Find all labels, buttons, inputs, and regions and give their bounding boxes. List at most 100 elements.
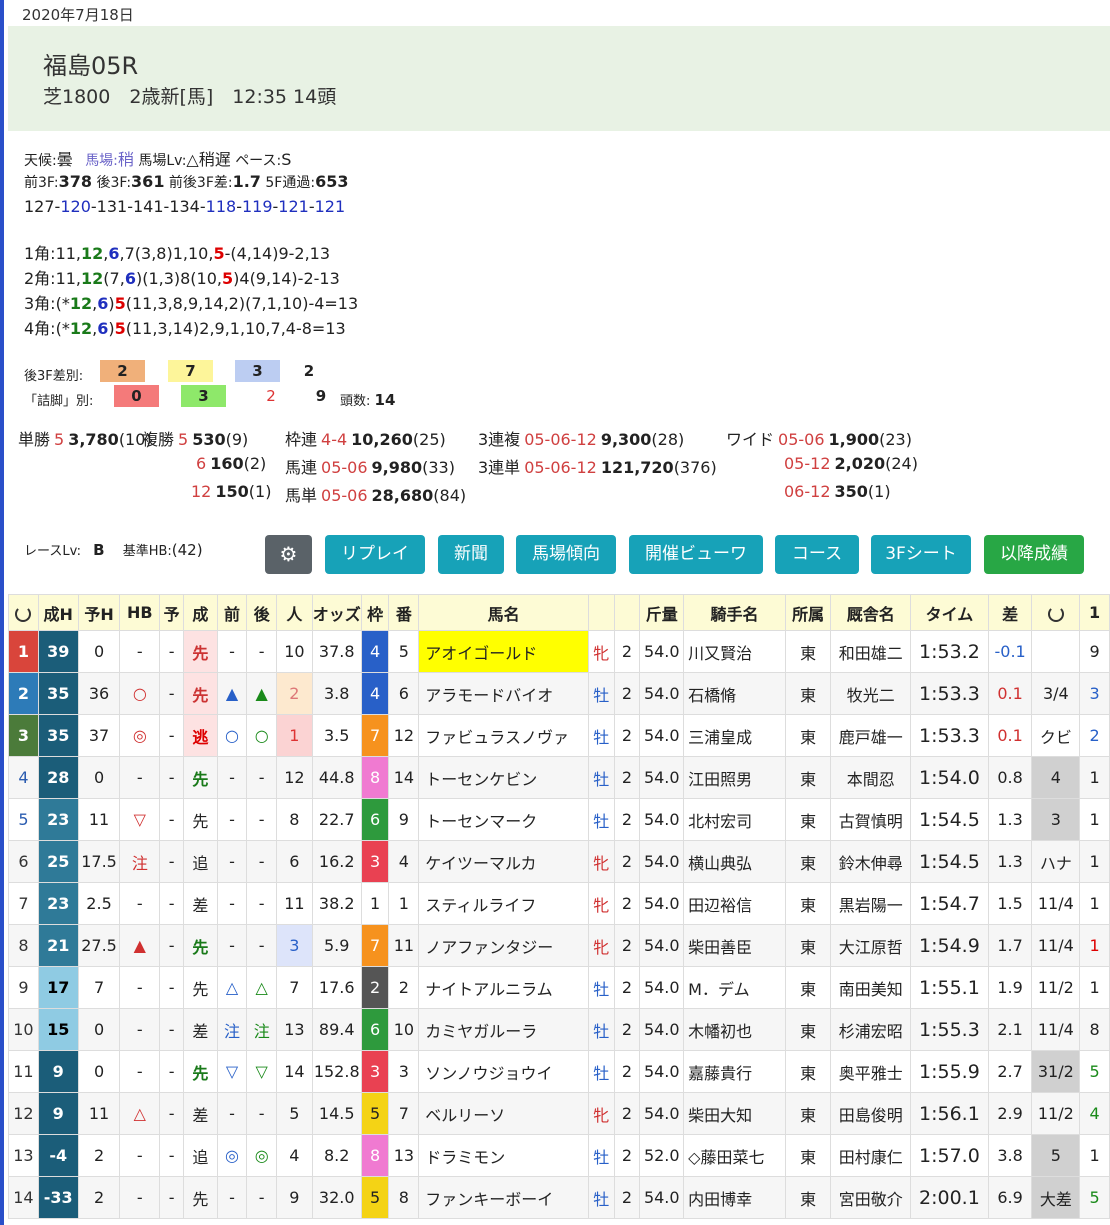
cell: 2: [8, 672, 39, 715]
cell: 1:54.5: [910, 840, 989, 883]
cell: 5: [1079, 1176, 1110, 1219]
cell: 3: [1079, 672, 1110, 715]
cell: 35: [37, 672, 79, 715]
cell: 牡: [587, 1050, 615, 1093]
cell: スティルライフ: [418, 882, 589, 925]
cell: 内田博幸: [683, 1176, 786, 1219]
header-cell: 成: [183, 594, 218, 631]
cell: -: [159, 1008, 185, 1051]
cell: 2: [276, 672, 313, 715]
cell: 2: [613, 1008, 641, 1051]
cell: 注: [119, 840, 161, 883]
cell: -: [246, 924, 278, 967]
corner-text: 12: [81, 244, 104, 263]
cell: 9: [388, 798, 420, 841]
cell: ○: [216, 714, 248, 757]
cell: 25: [37, 840, 79, 883]
cell: 1:53.2: [910, 630, 989, 673]
cell: 3: [276, 924, 313, 967]
table-row: 11 9 0- - 先 ▽ ▽ 14 152.8 3 3 ソンノウジョウイ牡 2 54.0 嘉藤貴行東奥平雅…: [8, 1050, 1110, 1093]
corner-text: 2角:11,: [24, 269, 82, 288]
payout-part: (33): [422, 458, 455, 477]
payout-part: (23): [879, 430, 912, 449]
cell: 7: [276, 966, 313, 1009]
table-row: 9 17 7- - 先 △ △ 7 17.6 2 2 ナイトアルニラム牡 2 54.0 M．デム東南田美知 1…: [8, 966, 1110, 1009]
cell: 牡: [587, 1008, 615, 1051]
payout-line: 6 160(2): [192, 454, 266, 473]
diff3f-box-1: 2: [100, 360, 145, 382]
cell: -: [119, 1176, 161, 1219]
cell: 32.0: [311, 1176, 362, 1219]
cell: 追: [183, 840, 218, 883]
cell: 牡: [587, 756, 615, 799]
cell: 1.9: [987, 966, 1033, 1009]
cell: -: [216, 798, 248, 841]
cell: トーセンマーク: [418, 798, 589, 841]
cell: 8: [276, 798, 313, 841]
payout-part: 05-06: [321, 486, 368, 505]
cell: 11: [77, 1092, 121, 1135]
replay-button[interactable]: リプレイ: [325, 535, 425, 574]
cell: -: [159, 966, 185, 1009]
cell: 17.5: [77, 840, 121, 883]
table-header: 成H 予H HB 予成前後人オッズ枠番馬名 斤量 騎手名 所属 厩舎名 タイム差 1: [8, 594, 1110, 631]
cell: 東: [784, 756, 832, 799]
cell: 柴田大知: [683, 1092, 786, 1135]
cell: 東: [784, 1134, 832, 1177]
header-cell: [8, 594, 39, 631]
3f-sheet-button[interactable]: 3Fシート: [871, 535, 971, 574]
lap-times: 127-120-131-141-134-118-119-121-121: [24, 197, 346, 216]
cell: 1: [1079, 966, 1110, 1009]
cell: 東: [784, 714, 832, 757]
payout-part: 6: [196, 454, 207, 473]
meeting-viewer-button[interactable]: 開催ビューワ: [629, 535, 763, 574]
cell: 2:00.1: [910, 1176, 989, 1219]
cell: 三浦皇成: [683, 714, 786, 757]
settings-button[interactable]: ⚙: [265, 535, 312, 574]
corner-text: 3角:(*: [24, 294, 70, 313]
lap-time: 120: [60, 197, 91, 216]
cell: 9: [1079, 630, 1110, 673]
cell: 5: [1031, 1134, 1081, 1177]
header-cell: 人: [276, 594, 313, 631]
cell: 8: [360, 756, 390, 799]
cell: 1.3: [987, 798, 1033, 841]
corner-line-2: 2角:11,12(7,6)(1,3)8(10,5)4(9,14)-2-13: [24, 265, 340, 289]
cell: トーセンケビン: [418, 756, 589, 799]
header-cell: 番: [388, 594, 420, 631]
payout-line: 馬連 05-06 9,980(33): [285, 454, 455, 478]
cell: -: [246, 756, 278, 799]
cell: 7: [8, 882, 39, 925]
diff3f-box-4: 2: [303, 362, 315, 380]
track-trend-button[interactable]: 馬場傾向: [516, 535, 616, 574]
later-results-button[interactable]: 以降成績: [984, 535, 1084, 574]
race-date: 2020年7月18日: [22, 6, 134, 24]
payout-part: ワイド: [726, 430, 775, 449]
header-cell: 前: [216, 594, 248, 631]
corner-text: (11,3,8,9,14,2)(7,1,10)-4=13: [125, 294, 359, 313]
payout-part: 05-06-12: [524, 458, 597, 477]
cell: 8: [388, 1176, 420, 1219]
payout-part: (1): [248, 482, 272, 501]
cell: -: [246, 630, 278, 673]
corner-text: )4(9,14)-2-13: [233, 269, 340, 288]
cell: 54.0: [639, 1050, 685, 1093]
newspaper-button[interactable]: 新聞: [438, 535, 504, 574]
cell: -: [119, 1134, 161, 1177]
tsume-box-2: 3: [181, 385, 226, 407]
payout-line: ワイド 05-06 1,900(23): [726, 426, 912, 450]
cell: 9: [8, 966, 39, 1009]
header-cell: 1: [1079, 594, 1110, 631]
cell: -: [216, 1092, 248, 1135]
cell: ▲: [119, 924, 161, 967]
cell: -: [159, 756, 185, 799]
cell: 44.8: [311, 756, 362, 799]
cell: 13: [8, 1134, 39, 1177]
course-button[interactable]: コース: [775, 535, 859, 574]
payout-part: 05-06-12: [524, 430, 597, 449]
cell: 川又賢治: [683, 630, 786, 673]
cell: 1:55.9: [910, 1050, 989, 1093]
cell: 27.5: [77, 924, 121, 967]
cell: 東: [784, 1008, 832, 1051]
page: 2020年7月18日 福島05R 芝1800 2歳新[馬] 12:35 14頭 …: [0, 0, 1110, 1225]
